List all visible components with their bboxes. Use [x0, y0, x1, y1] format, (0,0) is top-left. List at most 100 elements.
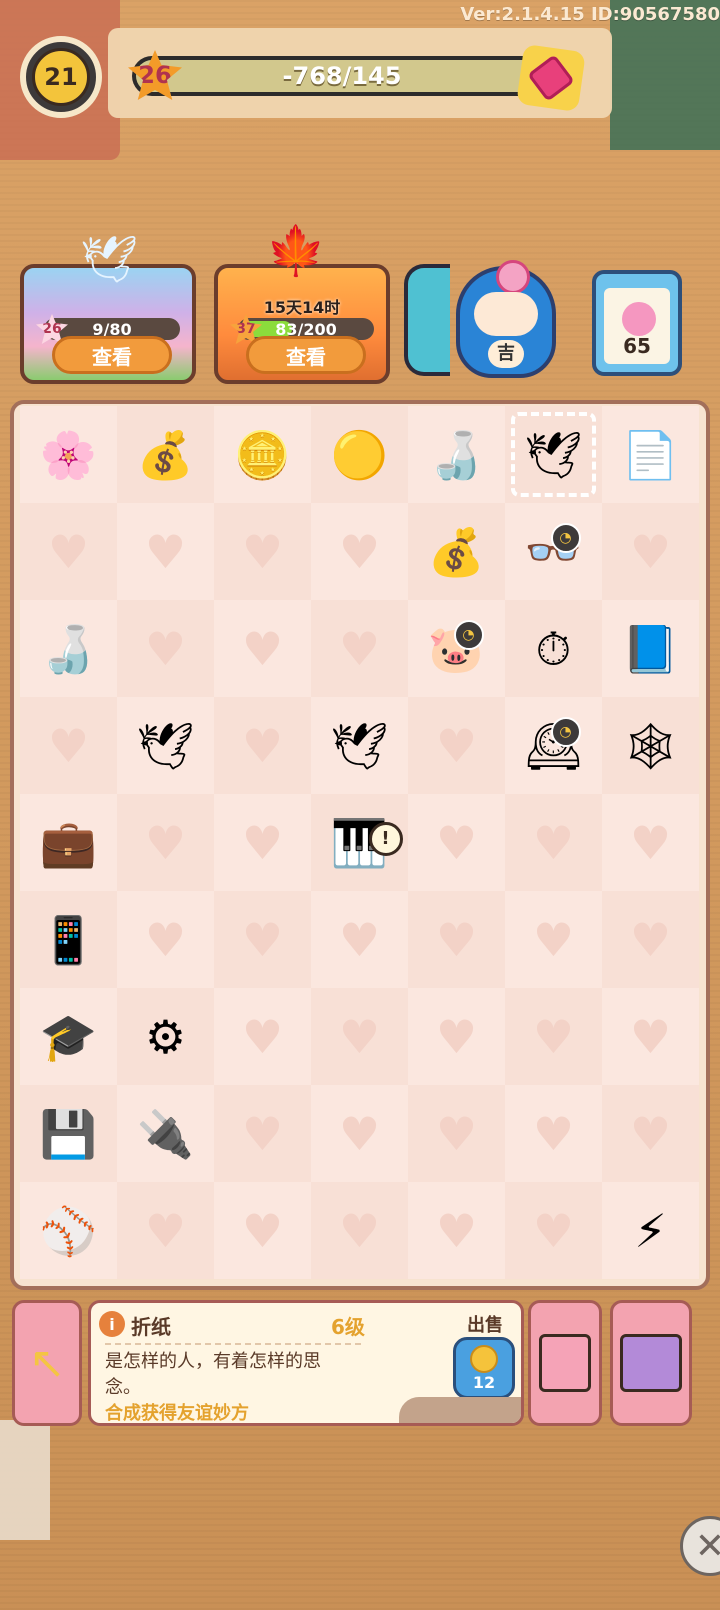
- paper-crane-icon[interactable]: 🕊: [519, 420, 589, 490]
- board-cell[interactable]: 💰: [408, 503, 505, 600]
- cable-icon[interactable]: 🔌: [131, 1099, 201, 1169]
- board-cell[interactable]: 💼: [20, 794, 117, 891]
- cherry-blossom-icon[interactable]: 🌸: [34, 420, 104, 490]
- board-cell[interactable]: 🔌: [117, 1085, 214, 1182]
- board-cell[interactable]: ♥: [214, 794, 311, 891]
- board-cell[interactable]: 📄: [602, 406, 699, 503]
- gear-icon[interactable]: ⚙: [131, 1002, 201, 1072]
- board-cell[interactable]: ♥: [602, 503, 699, 600]
- crane-bottle-icon[interactable]: 🍶: [422, 420, 492, 490]
- lightning-generator-icon[interactable]: ⚡: [616, 1196, 686, 1266]
- board-cell[interactable]: ♥: [214, 1085, 311, 1182]
- board-cell[interactable]: ♥: [505, 794, 602, 891]
- board-cell[interactable]: ♥: [505, 988, 602, 1085]
- board-cell[interactable]: 👓 ◔: [505, 503, 602, 600]
- coin-icon[interactable]: 🟡: [325, 420, 395, 490]
- board-cell[interactable]: 🟡: [311, 406, 408, 503]
- board-cell[interactable]: 🕊: [311, 697, 408, 794]
- event-view-button[interactable]: 查看: [52, 336, 172, 374]
- board-cell[interactable]: 🍶: [20, 600, 117, 697]
- board-cell[interactable]: 🪙: [214, 406, 311, 503]
- board-cell[interactable]: 💰: [117, 406, 214, 503]
- crane-bottle-icon[interactable]: 🍶: [34, 614, 104, 684]
- board-cell[interactable]: 🎓: [20, 988, 117, 1085]
- board-cell[interactable]: ♥: [214, 503, 311, 600]
- board-cell[interactable]: ♥: [311, 988, 408, 1085]
- board-cell[interactable]: 🕊: [505, 406, 602, 503]
- board-cell[interactable]: ♥: [602, 794, 699, 891]
- board-cell[interactable]: ♥: [311, 1182, 408, 1279]
- board-cell[interactable]: ♥: [311, 600, 408, 697]
- board-cell[interactable]: 📘: [602, 600, 699, 697]
- info-icon[interactable]: i: [99, 1311, 125, 1337]
- board-cell[interactable]: ♥: [408, 697, 505, 794]
- board-cell[interactable]: ♥: [408, 1182, 505, 1279]
- board-cell[interactable]: ♥: [602, 988, 699, 1085]
- board-cell[interactable]: ♥: [117, 600, 214, 697]
- event-view-button[interactable]: 查看: [246, 336, 366, 374]
- daruma-cat-button[interactable]: 吉: [456, 260, 556, 378]
- task-board-button[interactable]: 65: [592, 270, 682, 376]
- board-cell[interactable]: 🕊: [117, 697, 214, 794]
- player-level-badge[interactable]: 21: [20, 36, 102, 118]
- gem-icon[interactable]: [516, 43, 586, 113]
- board-cell[interactable]: ♥: [117, 891, 214, 988]
- board-cell[interactable]: ♥: [214, 891, 311, 988]
- board-cell[interactable]: ♥: [214, 1182, 311, 1279]
- piano-music-box-icon[interactable]: 🎹!: [325, 808, 403, 878]
- board-cell[interactable]: ♥: [20, 503, 117, 600]
- board-cell[interactable]: ♥: [117, 794, 214, 891]
- graduation-cap-icon[interactable]: 🎓: [34, 1002, 104, 1072]
- board-cell[interactable]: 📱: [20, 891, 117, 988]
- glasses-icon[interactable]: 👓 ◔: [519, 517, 589, 587]
- shop-button[interactable]: [610, 1300, 692, 1426]
- board-cell[interactable]: ♥: [117, 503, 214, 600]
- board-cell[interactable]: ♥: [505, 1085, 602, 1182]
- collection-book-button[interactable]: [528, 1300, 602, 1426]
- board-cell[interactable]: 🌸: [20, 406, 117, 503]
- board-cell[interactable]: ⏱: [505, 600, 602, 697]
- board-cell[interactable]: ♥: [117, 1182, 214, 1279]
- circuit-board-icon[interactable]: 💾: [34, 1099, 104, 1169]
- board-cell[interactable]: ♥: [311, 503, 408, 600]
- grandfather-clock-icon[interactable]: 🕰 ◔: [519, 711, 589, 781]
- board-cell[interactable]: 🍶: [408, 406, 505, 503]
- board-cell[interactable]: 🐷 ◔: [408, 600, 505, 697]
- board-cell[interactable]: ♥: [311, 1085, 408, 1182]
- baseball-icon[interactable]: ⚾: [34, 1196, 104, 1266]
- piggy-bank-icon[interactable]: 🐷 ◔: [422, 614, 492, 684]
- board-cell[interactable]: ⚙: [117, 988, 214, 1085]
- board-cell[interactable]: 💾: [20, 1085, 117, 1182]
- board-cell[interactable]: ♥: [408, 988, 505, 1085]
- board-cell[interactable]: ♥: [408, 794, 505, 891]
- tablet-icon[interactable]: 📱: [34, 905, 104, 975]
- stopwatch-icon[interactable]: ⏱: [519, 614, 589, 684]
- board-cell[interactable]: ♥: [408, 891, 505, 988]
- briefcase-icon[interactable]: 💼: [34, 808, 104, 878]
- event-card-autumn[interactable]: 15天14时 83/200 37 查看: [214, 264, 390, 384]
- lightning-book-icon[interactable]: 📘: [616, 614, 686, 684]
- board-cell[interactable]: ♥: [602, 891, 699, 988]
- crane-group-icon[interactable]: 🕊: [325, 711, 395, 781]
- coins-icon[interactable]: 💰: [422, 517, 492, 587]
- board-cell[interactable]: ♥: [408, 1085, 505, 1182]
- board-cell[interactable]: ♥: [505, 1182, 602, 1279]
- board-cell[interactable]: ♥: [20, 697, 117, 794]
- board-cell[interactable]: 🕰 ◔: [505, 697, 602, 794]
- globe-event-icon[interactable]: [404, 264, 450, 376]
- board-cell[interactable]: 🎹!: [311, 794, 408, 891]
- paper-stack-icon[interactable]: 📄: [616, 420, 686, 490]
- coin-pile-icon[interactable]: 💰: [131, 420, 201, 490]
- web-crane-icon[interactable]: 🕸: [616, 711, 686, 781]
- board-cell[interactable]: ⚾: [20, 1182, 117, 1279]
- sell-button[interactable]: 12: [453, 1337, 515, 1399]
- back-button[interactable]: ↖: [12, 1300, 82, 1426]
- board-cell[interactable]: ♥: [214, 988, 311, 1085]
- board-cell[interactable]: ♥: [505, 891, 602, 988]
- coin-stack-icon[interactable]: 🪙: [228, 420, 298, 490]
- board-cell[interactable]: ⚡: [602, 1182, 699, 1279]
- board-cell[interactable]: 🕸: [602, 697, 699, 794]
- board-cell[interactable]: ♥: [214, 600, 311, 697]
- board-cell[interactable]: ♥: [214, 697, 311, 794]
- board-cell[interactable]: ♥: [602, 1085, 699, 1182]
